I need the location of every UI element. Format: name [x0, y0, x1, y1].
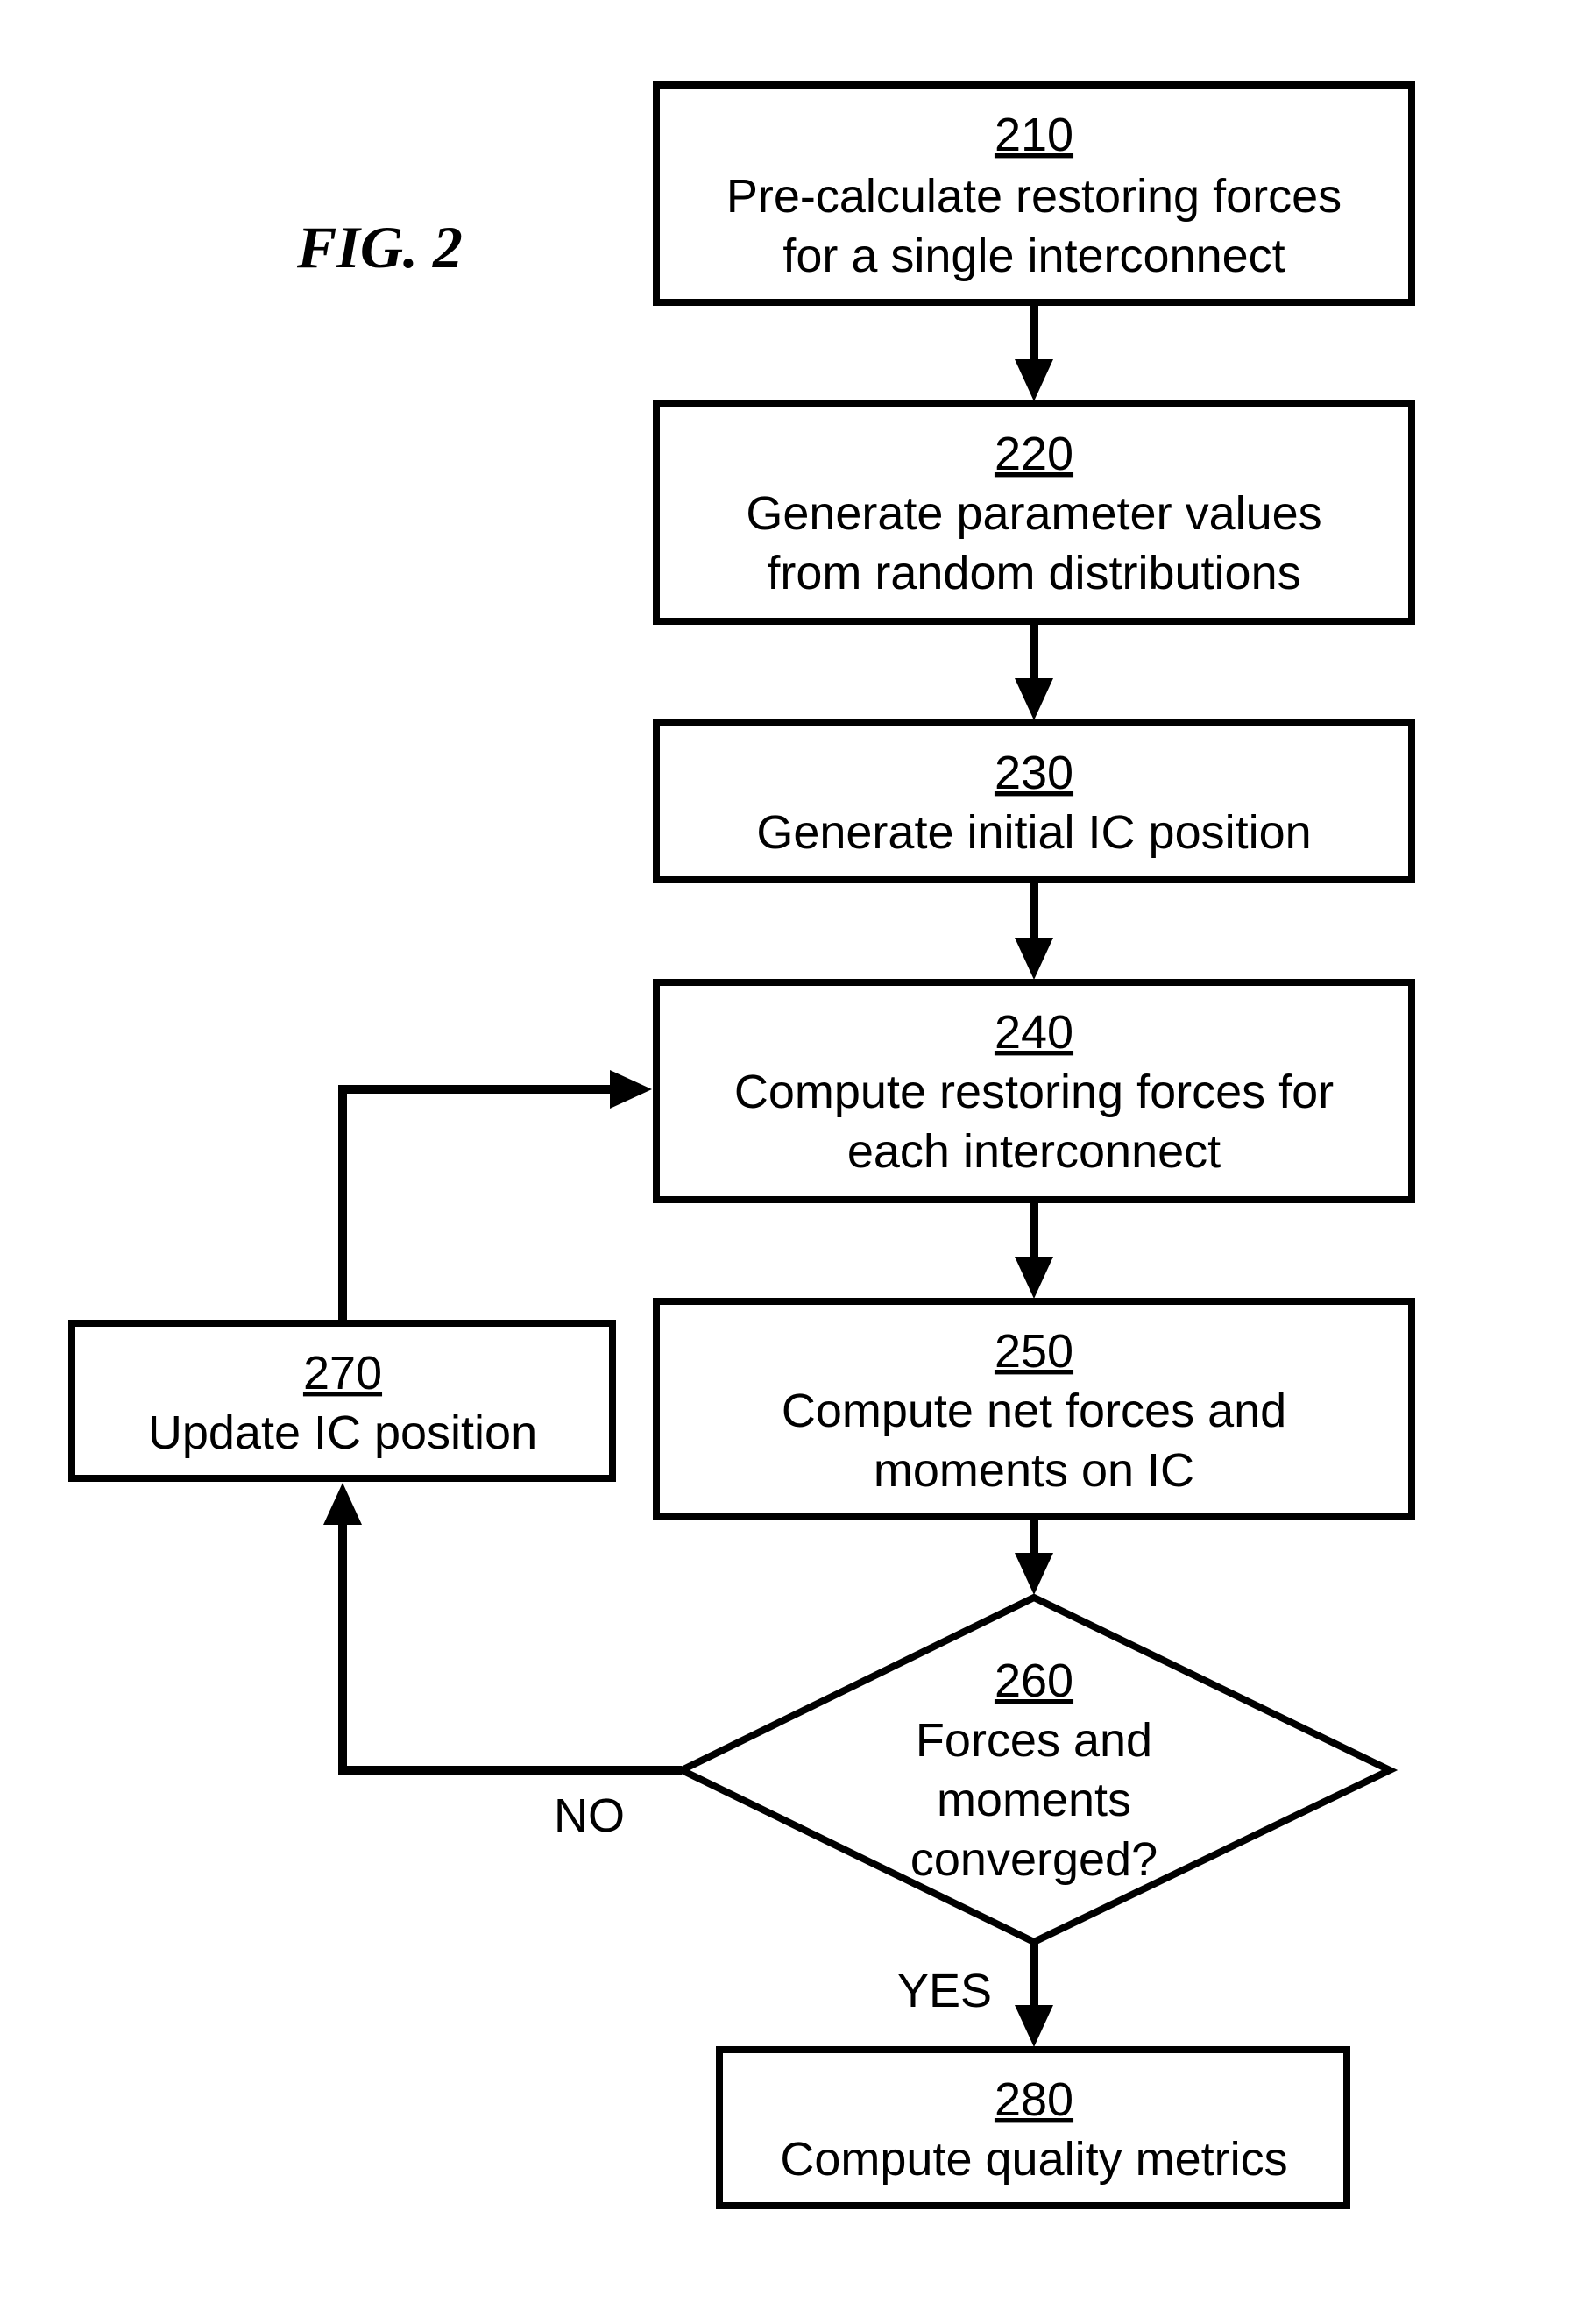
arrow-250-260 — [1015, 1517, 1053, 1595]
step-text: from random distributions — [767, 547, 1300, 599]
step-id: 260 — [995, 1654, 1073, 1707]
step-220: 220 Generate parameter values from rando… — [653, 400, 1415, 625]
step-text: converged? — [910, 1833, 1158, 1886]
step-id: 210 — [995, 109, 1073, 161]
step-250: 250 Compute net forces and moments on IC — [653, 1298, 1415, 1520]
step-text: moments on IC — [874, 1444, 1194, 1497]
step-text: Forces and — [916, 1714, 1152, 1767]
step-text: Compute restoring forces for — [734, 1066, 1334, 1118]
step-id: 270 — [303, 1347, 382, 1399]
decision-260: 260 Forces and moments converged? — [673, 1593, 1398, 1946]
step-240: 240 Compute restoring forces for each in… — [653, 979, 1415, 1203]
step-id: 240 — [995, 1006, 1073, 1059]
step-text: for a single interconnect — [782, 230, 1285, 282]
arrow-260-270-no — [323, 1483, 682, 1775]
arrow-210-220 — [1015, 302, 1053, 401]
arrow-220-230 — [1015, 621, 1053, 720]
step-text: Generate initial IC position — [756, 806, 1311, 859]
arrow-230-240 — [1015, 880, 1053, 980]
no-label: NO — [554, 1789, 625, 1842]
step-id: 220 — [995, 428, 1073, 480]
step-id: 250 — [995, 1325, 1073, 1378]
arrow-240-250 — [1015, 1200, 1053, 1299]
step-270: 270 Update IC position — [68, 1320, 616, 1482]
step-230: 230 Generate initial IC position — [653, 719, 1415, 883]
step-text: Generate parameter values — [746, 487, 1321, 540]
flowchart: FIG. 2 210 Pre-calculate restoring force… — [68, 81, 1415, 2209]
step-text: Compute quality metrics — [780, 2133, 1287, 2186]
step-id: 230 — [995, 747, 1073, 799]
figure-title: FIG. 2 — [296, 214, 463, 280]
step-280: 280 Compute quality metrics — [716, 2046, 1350, 2209]
yes-label: YES — [897, 1965, 992, 2017]
step-text: moments — [937, 1774, 1131, 1826]
arrow-270-240-loop — [338, 1070, 652, 1323]
step-text: each interconnect — [847, 1125, 1221, 1178]
step-text: Update IC position — [148, 1406, 537, 1459]
step-id: 280 — [995, 2073, 1073, 2126]
arrow-260-280-yes — [1015, 1942, 1053, 2047]
step-210: 210 Pre-calculate restoring forces for a… — [653, 81, 1415, 306]
step-text: Pre-calculate restoring forces — [726, 170, 1342, 223]
step-text: Compute net forces and — [782, 1385, 1286, 1437]
